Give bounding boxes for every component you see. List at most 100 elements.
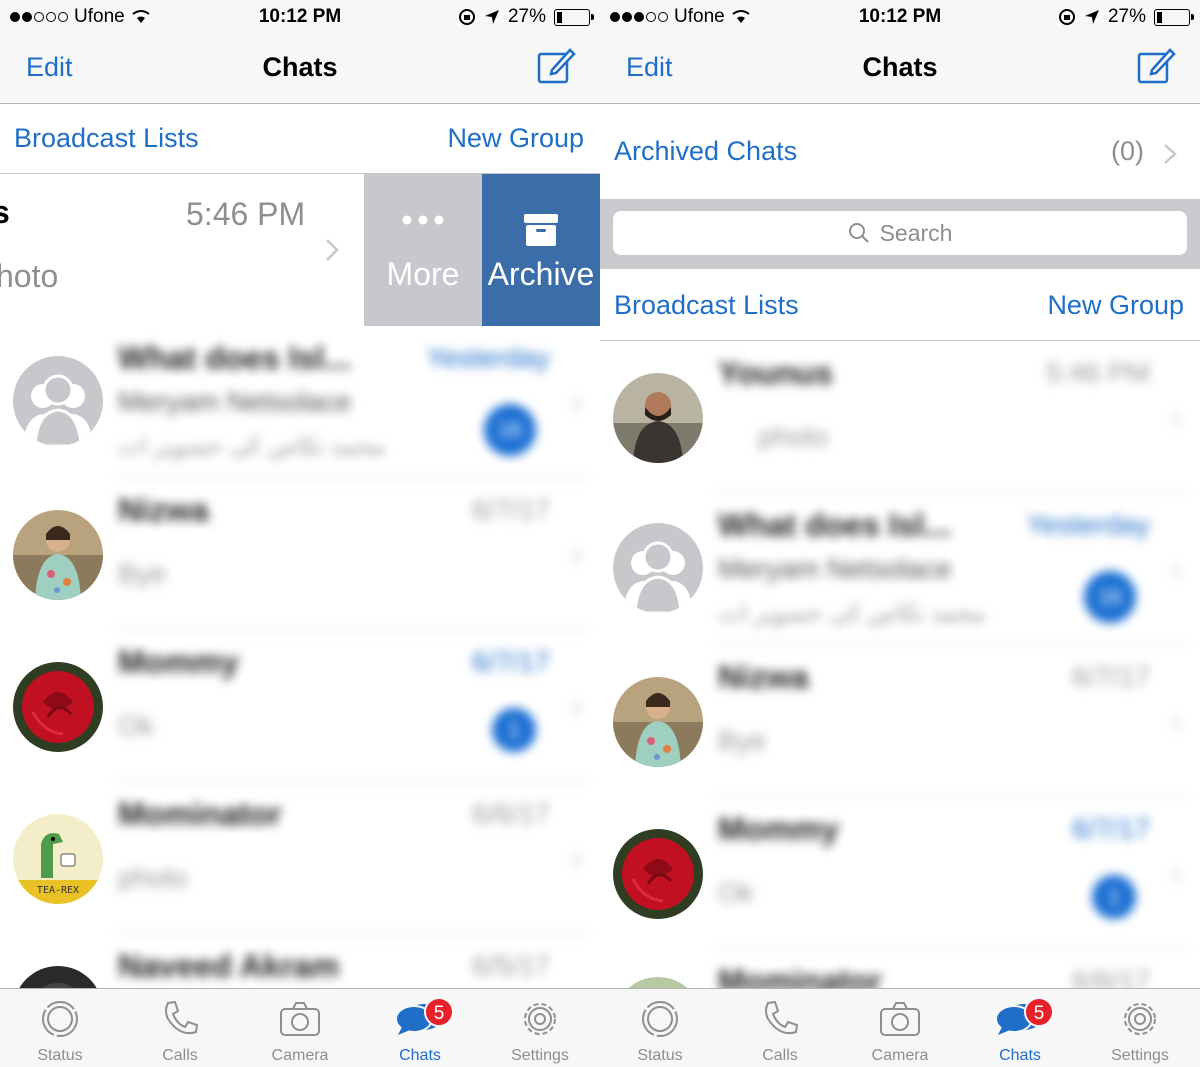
status-icon: [642, 1001, 678, 1037]
tab-calls[interactable]: Calls: [120, 989, 240, 1067]
more-label: More: [386, 256, 460, 292]
broadcast-lists-link[interactable]: Broadcast Lists: [614, 290, 799, 321]
unread-badge: 1: [492, 708, 536, 752]
broadcast-lists-link[interactable]: Broadcast Lists: [14, 123, 199, 154]
chat-snippet: photo: [758, 421, 829, 452]
chat-content: Mommy 6/7/17 Ok 1 ›: [118, 630, 588, 782]
tab-label: Calls: [162, 1047, 198, 1064]
chat-name: Mominator: [118, 796, 282, 832]
avatar-placeholder: [13, 356, 103, 446]
more-action-button[interactable]: More: [364, 174, 482, 326]
tab-chats[interactable]: 5 Chats: [360, 989, 480, 1067]
chat-content: What does Isl... Yesterday Meryam Netsol…: [718, 493, 1188, 645]
list-actions-row: Broadcast Lists New Group: [0, 104, 600, 174]
avatar-woman: [13, 510, 103, 600]
right-screen: Ufone 10:12 PM 27% Edit Chats Archived C…: [600, 0, 1200, 1067]
tab-status[interactable]: Status: [0, 989, 120, 1067]
page-title: Chats: [862, 52, 938, 82]
unread-badge: 1: [1092, 875, 1136, 919]
chat-snippet: محمد تكاس كى حسوير ات: [718, 600, 986, 627]
chevron-right-icon: [326, 239, 339, 261]
chat-snippet: photo: [118, 862, 189, 893]
tab-calls[interactable]: Calls: [720, 989, 840, 1067]
chat-content: What does Isl... Yesterday Meryam Netsol…: [118, 326, 588, 478]
location-icon: [484, 10, 499, 24]
tab-label: Camera: [871, 1047, 929, 1064]
unread-badge: 16: [484, 404, 536, 456]
unread-count-badge: 5: [424, 997, 454, 1027]
chat-name: What does Isl...: [718, 507, 951, 543]
chat-time: 6/7/17: [472, 646, 550, 677]
chat-sender: Meryam Netsolace: [718, 553, 952, 584]
chat-snippet: محمد تكاس كى حسوير ات: [118, 433, 386, 460]
tab-label: Camera: [271, 1047, 329, 1064]
battery-percent: 27%: [507, 6, 546, 27]
archived-count: (0): [1111, 136, 1144, 166]
new-group-link[interactable]: New Group: [1047, 290, 1184, 321]
phone-icon: [165, 1000, 199, 1035]
tab-bar: Status Calls Camera 5 Chats Settings: [600, 988, 1200, 1067]
tab-chats[interactable]: 5 Chats: [960, 989, 1080, 1067]
battery-percent: 27%: [1107, 6, 1146, 27]
camera-icon: [280, 1002, 320, 1036]
gear-icon: [524, 1003, 556, 1035]
tab-settings[interactable]: Settings: [480, 989, 600, 1067]
chat-content: Nizwa 6/7/17 Bye ›: [718, 645, 1188, 797]
avatar-placeholder: [613, 523, 703, 613]
archived-chats-row[interactable]: Archived Chats (0): [600, 104, 1200, 199]
chat-time: Yesterday: [1026, 509, 1151, 540]
chat-row[interactable]: Nizwa 6/7/17 Bye ›: [600, 645, 1200, 797]
chevron-right-icon: ›: [1172, 401, 1182, 434]
compose-icon[interactable]: [536, 46, 576, 86]
chat-time: 5:46 PM: [1045, 357, 1150, 388]
chat-row[interactable]: Mommy 6/7/17 Ok 1 ›: [0, 630, 600, 782]
archived-chats-label: Archived Chats: [614, 136, 798, 166]
new-group-link[interactable]: New Group: [447, 123, 584, 154]
battery-icon: [1154, 8, 1194, 26]
search-bar: Search: [600, 199, 1200, 269]
chat-content: Younus 5:46 PM photo ›: [718, 341, 1188, 493]
chat-row[interactable]: Nizwa 6/7/17 Bye ›: [0, 478, 600, 630]
swiped-chat-row[interactable]: s 5:46 PM hoto More Archive: [0, 174, 600, 326]
chat-row[interactable]: Younus 5:46 PM photo ›: [600, 341, 1200, 493]
tab-camera[interactable]: Camera: [240, 989, 360, 1067]
tab-label: Status: [37, 1047, 83, 1064]
chat-name: Nizwa: [718, 659, 809, 695]
camera-icon: [880, 1002, 920, 1036]
archive-box-icon: [524, 214, 558, 246]
chat-time: 6/5/17: [472, 950, 550, 981]
chat-row[interactable]: What does Isl... Yesterday Meryam Netsol…: [600, 493, 1200, 645]
tab-status[interactable]: Status: [600, 989, 720, 1067]
chevron-right-icon: ›: [572, 386, 582, 419]
archive-action-button[interactable]: Archive: [482, 174, 600, 326]
chat-name: Mommy: [118, 644, 239, 680]
chat-sender: Meryam Netsolace: [118, 386, 352, 417]
avatar-man: [613, 373, 703, 463]
orientation-lock-icon: [458, 9, 475, 25]
chat-row[interactable]: TEA-REX Mominator 6/6/17 photo ›: [0, 782, 600, 934]
chat-name: Mommy: [718, 811, 839, 847]
compose-icon[interactable]: [1136, 46, 1176, 86]
battery-icon: [554, 8, 594, 26]
location-icon: [1084, 10, 1099, 24]
chat-snippet: Ok: [118, 710, 154, 741]
gear-icon: [1124, 1003, 1156, 1035]
tab-bar: Status Calls Camera 5 Chats Settings: [0, 988, 600, 1067]
chevron-right-icon: ›: [572, 538, 582, 571]
status-bar: Ufone 10:12 PM 27%: [600, 0, 1200, 34]
tab-camera[interactable]: Camera: [840, 989, 960, 1067]
search-input[interactable]: Search: [613, 211, 1187, 255]
avatar-rose: [13, 662, 103, 752]
chat-row[interactable]: What does Isl... Yesterday Meryam Netsol…: [0, 326, 600, 478]
chat-snippet: Bye: [718, 725, 767, 756]
tab-settings[interactable]: Settings: [1080, 989, 1200, 1067]
battery-level: [1157, 11, 1163, 23]
chevron-right-icon: ›: [1172, 857, 1182, 890]
nav-bar: Edit Chats: [600, 34, 1200, 104]
orientation-lock-icon: [1058, 9, 1075, 25]
page-title: Chats: [262, 52, 338, 82]
status-icon: [42, 1001, 78, 1037]
chat-row[interactable]: Mommy 6/7/17 Ok 1 ›: [600, 797, 1200, 949]
list-actions-row: Broadcast Lists New Group: [600, 269, 1200, 341]
chat-snippet: hoto: [0, 258, 59, 294]
